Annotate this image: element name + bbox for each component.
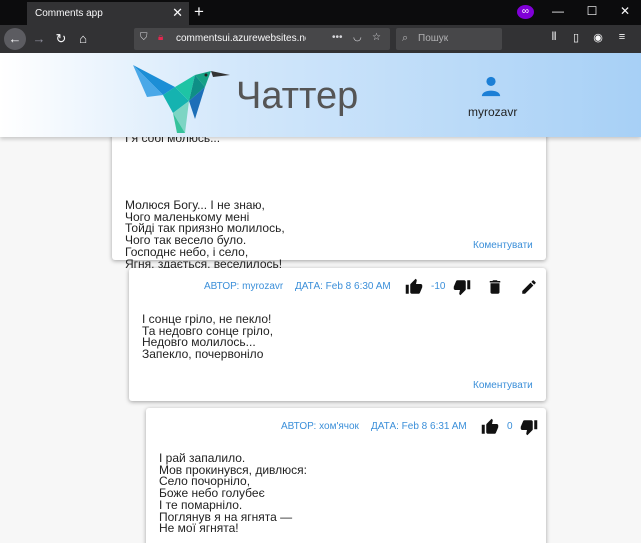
search-placeholder: Пошук	[418, 33, 449, 44]
thumbs-down-icon[interactable]	[520, 418, 538, 436]
comment-date: ДАТА: Feb 8 6:31 AM	[371, 421, 467, 432]
page-actions-icon[interactable]: •••	[332, 32, 343, 43]
thumbs-up-icon[interactable]	[405, 278, 423, 296]
comment-header: АВТОР: хом'ячок ДАТА: Feb 8 6:31 AM 0	[146, 418, 546, 438]
search-icon: ⌕	[402, 32, 409, 44]
search-box[interactable]: ⌕ Пошук	[396, 28, 502, 50]
lock-warning-icon[interactable]: 🔒︎	[158, 32, 163, 43]
comment-author: АВТОР: myrozavr	[204, 281, 284, 292]
bookmark-star-icon[interactable]: ☆	[372, 32, 381, 43]
comment-author: АВТОР: хом'ячок	[281, 421, 359, 432]
thumbs-down-icon[interactable]	[453, 278, 471, 296]
comment-card: АВТОР: хом'ячок ДАТА: Feb 8 6:31 AM 0 І …	[146, 408, 546, 543]
shield-icon[interactable]: ⛉	[140, 32, 148, 43]
forward-icon[interactable]: →	[28, 28, 50, 50]
edit-icon[interactable]	[520, 278, 538, 296]
page-content: Чаттер myrozavr І я собі молюсь... Молюс…	[0, 53, 641, 543]
comment-body: Молюся Богу... І не знаю, Чого маленьком…	[125, 198, 285, 271]
delete-icon[interactable]	[486, 278, 504, 296]
browser-tab[interactable]: Comments app ✕	[27, 2, 189, 25]
reply-link[interactable]: Коментувати	[473, 380, 533, 391]
new-tab-button[interactable]: +	[190, 2, 208, 22]
browser-tab-strip: Comments app ✕ + ∞ — ☐ ✕	[0, 0, 641, 25]
reply-link[interactable]: Коментувати	[473, 240, 533, 251]
menu-icon[interactable]: ≡	[614, 31, 630, 43]
back-icon[interactable]: ←	[4, 28, 26, 50]
comment-score: 0	[507, 421, 513, 432]
account-icon[interactable]: ◉	[590, 31, 606, 44]
comment-card: АВТОР: myrozavr ДАТА: Feb 8 6:30 AM -10 …	[129, 268, 546, 401]
comment-body: І сонце гріло, не пекло! Та недовго сонц…	[142, 312, 274, 362]
user-icon[interactable]	[480, 75, 502, 97]
close-window-icon[interactable]: ✕	[616, 4, 634, 18]
pocket-icon[interactable]: ◡	[353, 32, 362, 43]
private-browsing-icon: ∞	[517, 5, 534, 19]
tab-close-icon[interactable]: ✕	[172, 5, 183, 21]
brand-title[interactable]: Чаттер	[236, 75, 358, 118]
tab-title: Comments app	[35, 8, 103, 19]
minimize-icon[interactable]: —	[549, 4, 567, 18]
site-header: Чаттер myrozavr	[0, 53, 641, 137]
browser-nav-bar: ← → ↻ ⌂ ⛉ 🔒︎ commentsui.azurewebsites.ne…	[0, 25, 641, 53]
url-text[interactable]: commentsui.azurewebsites.net	[176, 33, 306, 44]
comment-body: І рай запалило. Мов прокинувся, дивлюся:…	[159, 451, 307, 536]
reload-icon[interactable]: ↻	[50, 28, 72, 50]
comment-date: ДАТА: Feb 8 6:30 AM	[295, 281, 391, 292]
url-bar[interactable]: ⛉ 🔒︎ commentsui.azurewebsites.net ••• ◡ …	[134, 28, 390, 50]
maximize-icon[interactable]: ☐	[583, 4, 601, 18]
thumbs-up-icon[interactable]	[481, 418, 499, 436]
home-icon[interactable]: ⌂	[72, 28, 94, 50]
sidebar-icon[interactable]: ▯	[568, 31, 584, 44]
library-icon[interactable]: ⫴	[546, 31, 562, 44]
comment-score: -10	[431, 281, 446, 292]
comment-header: АВТОР: myrozavr ДАТА: Feb 8 6:30 AM -10	[129, 278, 546, 298]
username[interactable]: myrozavr	[468, 105, 517, 119]
hummingbird-logo	[133, 65, 230, 133]
